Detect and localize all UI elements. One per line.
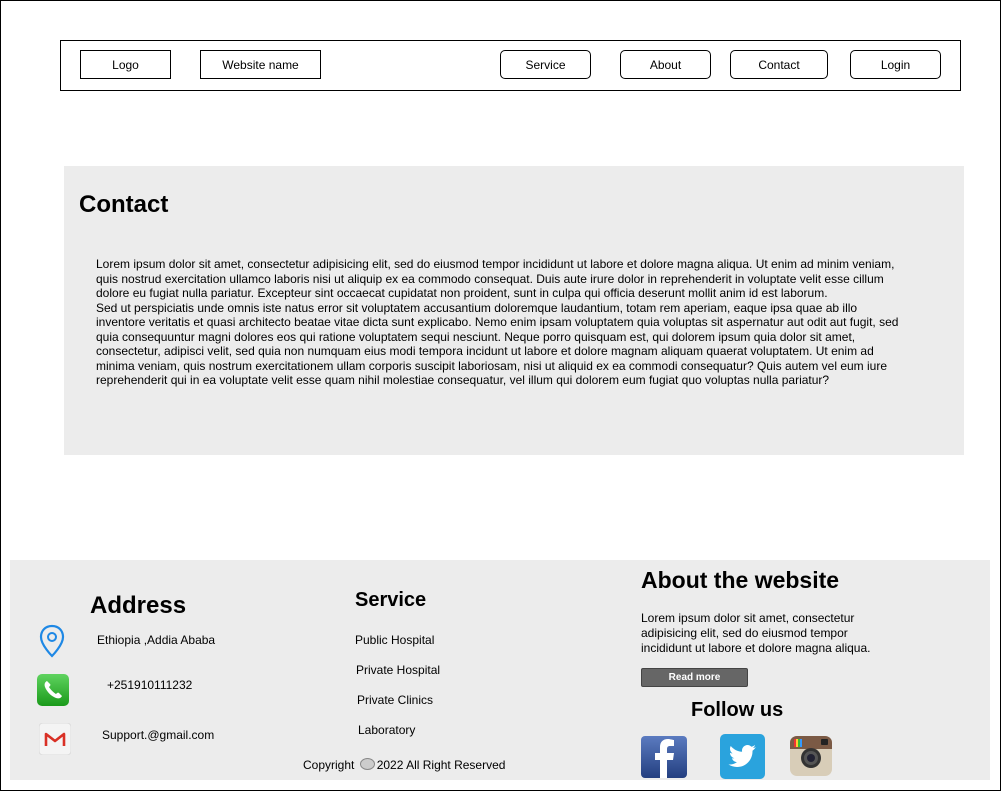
- header-nav: Logo Website name Service About Contact …: [60, 40, 961, 91]
- contact-paragraph-1: Lorem ipsum dolor sit amet, consectetur …: [96, 257, 895, 300]
- contact-section: Contact Lorem ipsum dolor sit amet, cons…: [64, 166, 964, 455]
- website-name-box[interactable]: Website name: [200, 50, 321, 79]
- address-title: Address: [90, 592, 187, 619]
- about-title: About the website: [641, 567, 840, 593]
- service-item-private-hospital[interactable]: Private Hospital: [356, 663, 440, 677]
- address-phone: +251910111232: [107, 678, 193, 692]
- contact-text: Lorem ipsum dolor sit amet, consectetur …: [96, 257, 908, 388]
- twitter-icon[interactable]: [720, 734, 765, 784]
- copyright-label: Copyright: [303, 758, 355, 772]
- contact-title: Contact: [79, 191, 169, 218]
- gmail-icon[interactable]: [38, 722, 72, 760]
- nav-service-button[interactable]: Service: [500, 50, 591, 79]
- service-item-laboratory[interactable]: Laboratory: [358, 723, 415, 737]
- contact-paragraph-2: Sed ut perspiciatis unde omnis iste natu…: [96, 300, 899, 388]
- copyright-text: 2022 All Right Reserved: [376, 758, 506, 772]
- facebook-icon[interactable]: [641, 736, 687, 783]
- nav-login-button[interactable]: Login: [850, 50, 941, 79]
- copyright-icon: [359, 758, 375, 770]
- address-email[interactable]: Support.@gmail.com: [102, 728, 214, 742]
- service-title: Service: [355, 589, 427, 611]
- about-text: Lorem ipsum dolor sit amet, consectetur …: [641, 611, 871, 655]
- phone-icon[interactable]: [37, 674, 69, 711]
- service-item-public-hospital[interactable]: Public Hospital: [355, 633, 434, 647]
- location-pin-icon: [38, 624, 66, 663]
- instagram-icon[interactable]: [790, 736, 832, 781]
- copyright: Copyright 2022 All Right Reserved: [303, 758, 505, 772]
- nav-about-button[interactable]: About: [620, 50, 711, 79]
- logo-box[interactable]: Logo: [80, 50, 171, 79]
- read-more-button[interactable]: Read more: [641, 668, 748, 687]
- footer: Address Ethiopia ,Addia Ababa +251910111…: [10, 560, 990, 780]
- follow-us-title: Follow us: [691, 699, 784, 721]
- service-item-private-clinics[interactable]: Private Clinics: [357, 693, 433, 707]
- nav-contact-button[interactable]: Contact: [730, 50, 828, 79]
- address-location: Ethiopia ,Addia Ababa: [97, 633, 216, 647]
